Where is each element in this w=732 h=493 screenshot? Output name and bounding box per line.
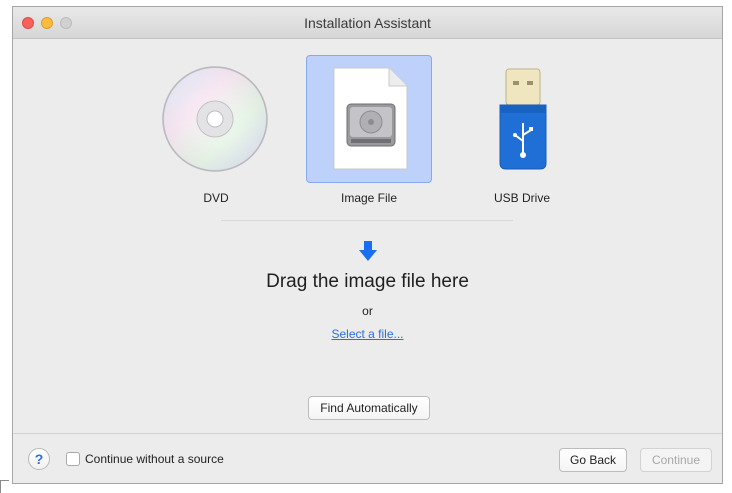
continue-without-source-label[interactable]: Continue without a source: [85, 452, 224, 466]
hard-drive-document-icon: [333, 67, 408, 170]
source-dvd-label: DVD: [203, 191, 229, 205]
continue-button[interactable]: Continue: [640, 448, 712, 472]
select-file-link[interactable]: Select a file...: [13, 327, 722, 341]
find-automatically-button[interactable]: Find Automatically: [308, 396, 430, 420]
title-bar: Installation Assistant: [13, 7, 722, 39]
source-dvd[interactable]: [153, 55, 279, 183]
source-image-file-label: Image File: [340, 191, 398, 205]
footer-bar: ? Continue without a source Go Back Cont…: [13, 433, 722, 483]
installation-assistant-window: Installation Assistant DVD Image File US…: [12, 6, 723, 484]
or-text: or: [362, 304, 373, 318]
drop-zone-heading: Drag the image file here: [266, 271, 469, 292]
usb-drive-icon: [499, 68, 547, 170]
divider: [221, 220, 513, 221]
down-arrow-icon: [359, 241, 377, 261]
window-title: Installation Assistant: [304, 15, 431, 31]
dvd-disc-icon: [162, 66, 268, 172]
source-image-file[interactable]: [306, 55, 432, 183]
help-icon[interactable]: ?: [28, 448, 50, 470]
continue-without-source-checkbox[interactable]: [66, 452, 80, 466]
corner-mark: [0, 480, 9, 493]
go-back-button[interactable]: Go Back: [559, 448, 627, 472]
source-usb-drive[interactable]: [459, 55, 585, 183]
source-usb-drive-label: USB Drive: [493, 191, 550, 205]
